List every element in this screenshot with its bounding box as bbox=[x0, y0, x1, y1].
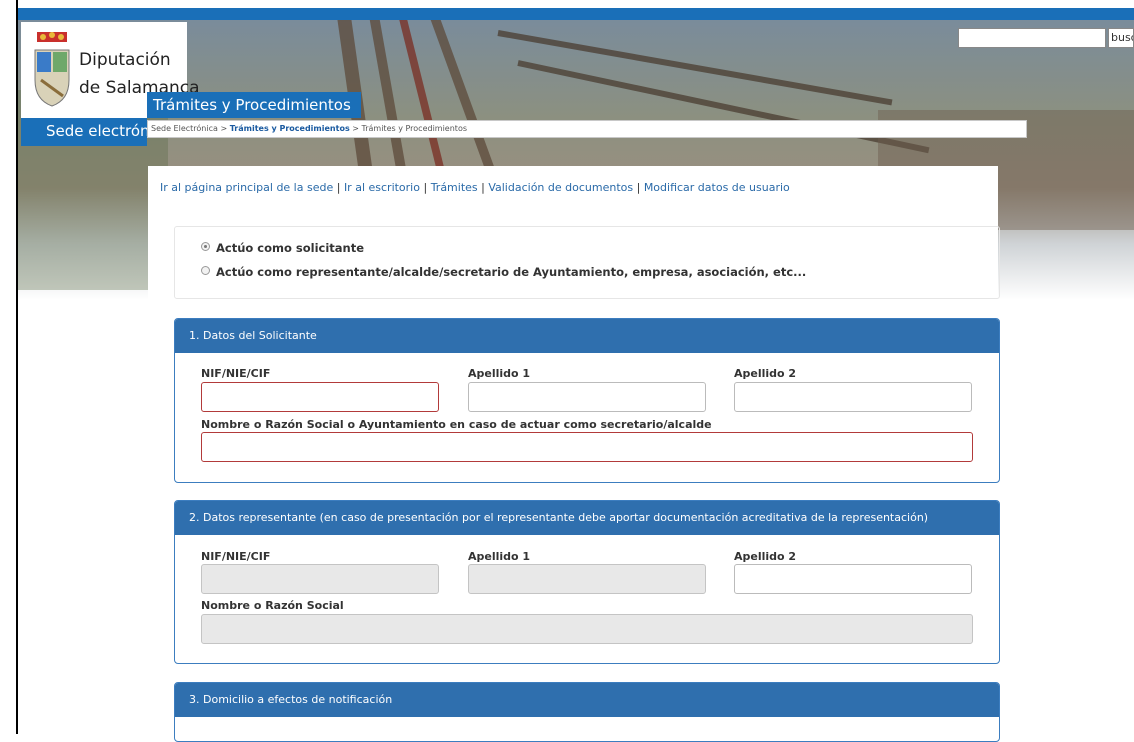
top-blue-bar bbox=[18, 8, 1134, 20]
window-left-edge bbox=[0, 0, 18, 734]
input-nif[interactable] bbox=[201, 382, 439, 412]
label-apellido1-representante: Apellido 1 bbox=[468, 550, 531, 563]
section-title-tab: Trámites y Procedimientos bbox=[147, 92, 361, 118]
input-nombre-representante[interactable] bbox=[201, 614, 973, 644]
label-apellido2-representante: Apellido 2 bbox=[734, 550, 797, 563]
label-nif-representante: NIF/NIE/CIF bbox=[201, 550, 271, 563]
sede-electronica-label: Sede electrón bbox=[46, 122, 150, 140]
radio-solicitante-label[interactable]: Actúo como solicitante bbox=[216, 241, 364, 255]
label-nif: NIF/NIE/CIF bbox=[201, 367, 271, 380]
breadcrumb-separator: > bbox=[352, 124, 359, 133]
window-top-edge bbox=[18, 0, 1134, 8]
top-links-nav: Ir al página principal de la sede | Ir a… bbox=[160, 181, 790, 194]
radio-representante-label[interactable]: Actúo como representante/alcalde/secreta… bbox=[216, 265, 806, 279]
link-tramites[interactable]: Trámites bbox=[431, 181, 478, 194]
coat-of-arms-icon bbox=[34, 32, 70, 107]
radio-solicitante[interactable] bbox=[201, 242, 210, 251]
label-nombre: Nombre o Razón Social o Ayuntamiento en … bbox=[201, 418, 712, 431]
label-apellido1: Apellido 1 bbox=[468, 367, 531, 380]
search-input[interactable] bbox=[958, 28, 1106, 48]
panel-title: 2. Datos representante (en caso de prese… bbox=[175, 501, 999, 535]
breadcrumb-item-sede[interactable]: Sede Electrónica bbox=[151, 124, 218, 133]
panel-domicilio-notificacion: 3. Domicilio a efectos de notificación bbox=[174, 682, 1000, 742]
breadcrumb-separator: > bbox=[220, 124, 228, 133]
radio-representante[interactable] bbox=[201, 266, 210, 275]
input-nif-representante[interactable] bbox=[201, 564, 439, 594]
link-validacion[interactable]: Validación de documentos bbox=[488, 181, 633, 194]
logo-text-line1: Diputación bbox=[79, 50, 171, 70]
link-desktop[interactable]: Ir al escritorio bbox=[344, 181, 420, 194]
input-apellido1-representante[interactable] bbox=[468, 564, 706, 594]
breadcrumb: Sede Electrónica > Trámites y Procedimie… bbox=[147, 120, 1027, 138]
breadcrumb-item-current: Trámites y Procedimientos bbox=[361, 124, 467, 133]
input-apellido2[interactable] bbox=[734, 382, 972, 412]
role-selector bbox=[174, 226, 1000, 299]
input-apellido2-representante[interactable] bbox=[734, 564, 972, 594]
link-home[interactable]: Ir al página principal de la sede bbox=[160, 181, 333, 194]
input-apellido1[interactable] bbox=[468, 382, 706, 412]
panel-title: 3. Domicilio a efectos de notificación bbox=[175, 683, 999, 717]
search-button[interactable]: busc bbox=[1108, 28, 1134, 48]
label-apellido2: Apellido 2 bbox=[734, 367, 797, 380]
label-nombre-representante: Nombre o Razón Social bbox=[201, 599, 344, 612]
breadcrumb-item-tramites[interactable]: Trámites y Procedimientos bbox=[230, 124, 350, 133]
input-nombre[interactable] bbox=[201, 432, 973, 462]
link-modificar-usuario[interactable]: Modificar datos de usuario bbox=[644, 181, 790, 194]
panel-title: 1. Datos del Solicitante bbox=[175, 319, 999, 353]
